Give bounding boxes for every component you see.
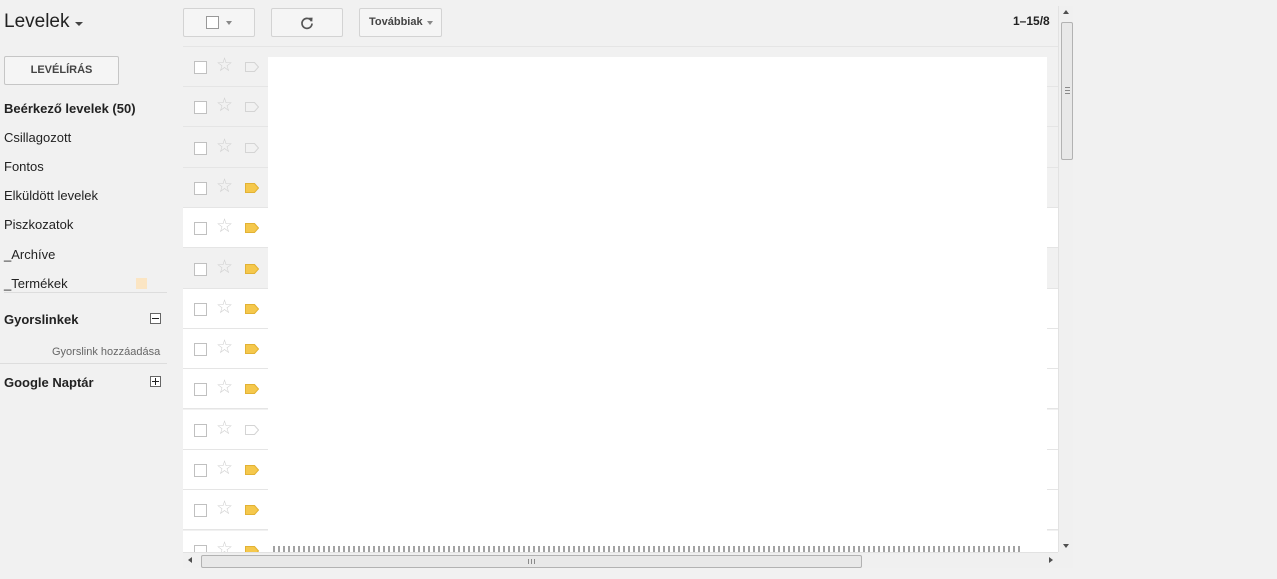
nav-item-drafts[interactable]: Piszkozatok bbox=[4, 217, 73, 232]
importance-marker-icon[interactable] bbox=[245, 505, 259, 515]
scroll-left-icon[interactable] bbox=[188, 557, 192, 563]
more-actions-label: Továbbiak bbox=[369, 16, 423, 28]
nav-item-inbox[interactable]: Beérkező levelek (50) bbox=[4, 101, 136, 116]
vertical-scroll-thumb[interactable] bbox=[1061, 22, 1073, 160]
app-title-menu[interactable]: Levelek bbox=[4, 11, 83, 33]
importance-marker-icon[interactable] bbox=[245, 62, 259, 72]
importance-marker-icon[interactable] bbox=[245, 465, 259, 475]
chevron-down-icon bbox=[226, 21, 232, 25]
nav-item-sent[interactable]: Elküldött levelek bbox=[4, 188, 98, 203]
row-checkbox[interactable] bbox=[194, 182, 207, 195]
row-checkbox[interactable] bbox=[194, 101, 207, 114]
row-checkbox[interactable] bbox=[194, 263, 207, 276]
importance-marker-icon[interactable] bbox=[245, 183, 259, 193]
star-icon[interactable]: ☆ bbox=[216, 419, 233, 439]
star-icon[interactable]: ☆ bbox=[216, 298, 233, 318]
star-icon[interactable]: ☆ bbox=[216, 378, 233, 398]
row-checkbox[interactable] bbox=[194, 545, 207, 552]
select-all-button[interactable] bbox=[183, 8, 255, 37]
star-icon[interactable]: ☆ bbox=[216, 459, 233, 479]
nav-item-important[interactable]: Fontos bbox=[4, 159, 44, 174]
star-icon[interactable]: ☆ bbox=[216, 499, 233, 519]
grip-icon bbox=[528, 559, 535, 564]
row-checkbox[interactable] bbox=[194, 464, 207, 477]
row-checkbox[interactable] bbox=[194, 383, 207, 396]
more-actions-button[interactable]: Továbbiak bbox=[359, 8, 442, 37]
horizontal-scrollbar[interactable] bbox=[183, 552, 1058, 568]
star-icon[interactable]: ☆ bbox=[216, 338, 233, 358]
importance-marker-icon[interactable] bbox=[245, 384, 259, 394]
importance-marker-icon[interactable] bbox=[245, 143, 259, 153]
chevron-down-icon bbox=[74, 22, 83, 26]
message-content-pane bbox=[268, 57, 1047, 552]
nav-item-archive[interactable]: _Archíve bbox=[4, 247, 55, 262]
row-checkbox[interactable] bbox=[194, 142, 207, 155]
scroll-up-icon[interactable] bbox=[1063, 10, 1069, 14]
collapse-icon[interactable] bbox=[150, 313, 161, 324]
scrollbar-corner bbox=[1058, 552, 1073, 568]
compose-button[interactable]: LEVÉLÍRÁS bbox=[4, 56, 119, 85]
importance-marker-icon[interactable] bbox=[245, 102, 259, 112]
sidebar: Levelek LEVÉLÍRÁS Beérkező levelek (50) … bbox=[0, 0, 170, 579]
grip-icon bbox=[1065, 87, 1070, 94]
star-icon[interactable]: ☆ bbox=[216, 217, 233, 237]
row-checkbox[interactable] bbox=[194, 61, 207, 74]
horizontal-scroll-thumb[interactable] bbox=[201, 555, 862, 568]
expand-icon[interactable] bbox=[150, 376, 161, 387]
nav-item-products[interactable]: _Termékek bbox=[4, 276, 68, 291]
importance-marker-icon[interactable] bbox=[245, 264, 259, 274]
row-checkbox[interactable] bbox=[194, 504, 207, 517]
scroll-down-icon[interactable] bbox=[1063, 544, 1069, 548]
chevron-down-icon bbox=[427, 21, 433, 25]
importance-marker-icon[interactable] bbox=[245, 304, 259, 314]
label-color-swatch[interactable] bbox=[136, 278, 147, 289]
add-quicklink-link[interactable]: Gyorslink hozzáadása bbox=[52, 346, 160, 358]
divider bbox=[0, 363, 167, 364]
row-checkbox[interactable] bbox=[194, 343, 207, 356]
app-title: Levelek bbox=[4, 11, 70, 32]
star-icon[interactable]: ☆ bbox=[216, 258, 233, 278]
vertical-scrollbar[interactable] bbox=[1058, 6, 1073, 552]
message-list: ☆ ☆ ☆ ☆ ☆ ☆ ☆ ☆ ☆ ☆ ☆ ☆ ☆ bbox=[183, 47, 1058, 552]
row-checkbox[interactable] bbox=[194, 303, 207, 316]
importance-marker-icon[interactable] bbox=[245, 344, 259, 354]
checkbox-icon bbox=[206, 16, 219, 29]
importance-marker-icon[interactable] bbox=[245, 425, 259, 435]
pagination-count: 1–15/8 bbox=[1013, 14, 1050, 28]
row-checkbox[interactable] bbox=[194, 222, 207, 235]
star-icon[interactable]: ☆ bbox=[216, 137, 233, 157]
star-icon[interactable]: ☆ bbox=[216, 96, 233, 116]
star-icon[interactable]: ☆ bbox=[216, 56, 233, 76]
refresh-button[interactable] bbox=[271, 8, 343, 37]
importance-marker-icon[interactable] bbox=[245, 223, 259, 233]
quicklinks-title[interactable]: Gyorslinkek bbox=[4, 312, 78, 327]
star-icon[interactable]: ☆ bbox=[216, 177, 233, 197]
refresh-icon bbox=[301, 17, 313, 29]
scroll-right-icon[interactable] bbox=[1049, 557, 1053, 563]
divider bbox=[4, 292, 167, 293]
calendar-title[interactable]: Google Naptár bbox=[4, 375, 94, 390]
row-checkbox[interactable] bbox=[194, 424, 207, 437]
nav-item-starred[interactable]: Csillagozott bbox=[4, 130, 71, 145]
star-icon[interactable]: ☆ bbox=[216, 540, 233, 553]
